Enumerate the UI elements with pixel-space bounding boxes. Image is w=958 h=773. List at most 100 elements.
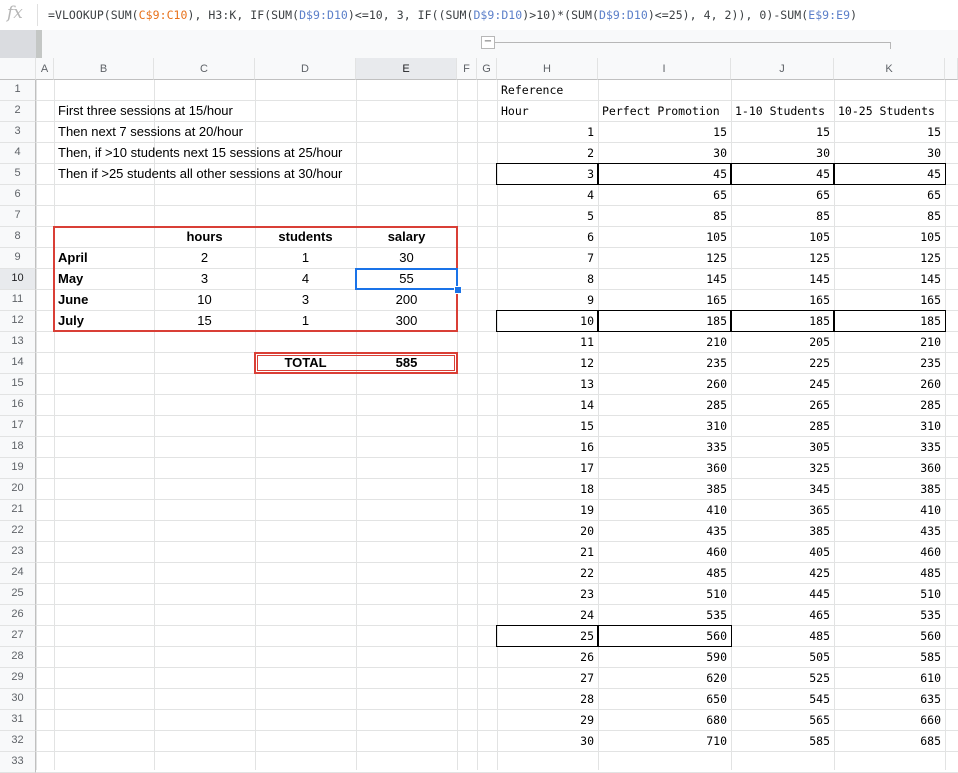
ref-cell: 9 [587, 293, 594, 307]
row-header-18[interactable]: 18 [0, 437, 36, 458]
ref-cell: 325 [809, 461, 830, 475]
ref-cell: 360 [706, 461, 727, 475]
ref-cell: 335 [920, 440, 941, 454]
ref-cell: 24 [580, 608, 594, 622]
row-header-27[interactable]: 27 [0, 626, 36, 647]
row-header-3[interactable]: 3 [0, 122, 36, 143]
frozen-column-handle[interactable] [36, 30, 42, 60]
row-header-31[interactable]: 31 [0, 710, 36, 731]
ref-highlight-hour [496, 310, 599, 332]
collapse-group-button[interactable]: − [481, 36, 495, 49]
formula-segment: )>10)*(SUM( [522, 8, 599, 22]
row-header-1[interactable]: 1 [0, 80, 36, 101]
ref-cell: 335 [706, 440, 727, 454]
ref-cell: 285 [706, 398, 727, 412]
row-header-9[interactable]: 9 [0, 248, 36, 269]
row-header-26[interactable]: 26 [0, 605, 36, 626]
ref-cell: 125 [706, 251, 727, 265]
ref-cell: 145 [809, 272, 830, 286]
ref-cell: 260 [920, 377, 941, 391]
ref-cell: 65 [927, 188, 941, 202]
formula-input[interactable]: =VLOOKUP(SUM(C$9:C10), H3:K, IF(SUM(D$9:… [48, 8, 857, 22]
row-header-13[interactable]: 13 [0, 332, 36, 353]
row-header-7[interactable]: 7 [0, 206, 36, 227]
ref-cell: 85 [713, 209, 727, 223]
ref-cell: 8 [587, 272, 594, 286]
ref-cell: 15 [816, 125, 830, 139]
ref-cell: 105 [809, 230, 830, 244]
ref-cell: 145 [706, 272, 727, 286]
ref-highlight-1-10 [730, 163, 835, 185]
ref-highlight-perfect [597, 310, 732, 332]
row-header-21[interactable]: 21 [0, 500, 36, 521]
row-header-20[interactable]: 20 [0, 479, 36, 500]
row-header-24[interactable]: 24 [0, 563, 36, 584]
row-header-28[interactable]: 28 [0, 647, 36, 668]
ref-cell: 385 [920, 482, 941, 496]
row-header-29[interactable]: 29 [0, 668, 36, 689]
row-header-17[interactable]: 17 [0, 416, 36, 437]
row-header-6[interactable]: 6 [0, 185, 36, 206]
column-header-k[interactable]: K [834, 58, 945, 80]
formula-bar: fx =VLOOKUP(SUM(C$9:C10), H3:K, IF(SUM(D… [0, 0, 958, 31]
fill-handle[interactable] [454, 286, 462, 294]
row-header-10[interactable]: 10 [0, 269, 36, 290]
column-header-f[interactable]: F [457, 58, 477, 80]
ref-header-1-10: 1-10 Students [735, 104, 826, 118]
row-header-22[interactable]: 22 [0, 521, 36, 542]
row-header-8[interactable]: 8 [0, 227, 36, 248]
frozen-corner[interactable] [0, 30, 36, 60]
column-header-c[interactable]: C [154, 58, 255, 80]
ref-cell: 18 [580, 482, 594, 496]
column-header-overflow[interactable] [945, 58, 958, 80]
total-border-inner [257, 355, 455, 371]
column-header-e[interactable]: E [356, 58, 457, 80]
row-header-5[interactable]: 5 [0, 164, 36, 185]
ref-cell: 2 [587, 146, 594, 160]
ref-cell: 105 [706, 230, 727, 244]
formula-segment: E$9:E9 [808, 8, 851, 22]
selected-cell[interactable] [355, 268, 458, 290]
ref-cell: 425 [809, 566, 830, 580]
row-header-12[interactable]: 12 [0, 311, 36, 332]
row-header-11[interactable]: 11 [0, 290, 36, 311]
ref-cell: 685 [920, 734, 941, 748]
corner-cell[interactable] [0, 58, 36, 80]
ref-cell: 30 [816, 146, 830, 160]
ref-cell: 510 [706, 587, 727, 601]
row-header-25[interactable]: 25 [0, 584, 36, 605]
row-header-4[interactable]: 4 [0, 143, 36, 164]
column-header-j[interactable]: J [731, 58, 834, 80]
ref-cell: 15 [927, 125, 941, 139]
row-header-15[interactable]: 15 [0, 374, 36, 395]
ref-cell: 4 [587, 188, 594, 202]
column-header-a[interactable]: A [36, 58, 54, 80]
ref-cell: 365 [809, 503, 830, 517]
row-header-32[interactable]: 32 [0, 731, 36, 752]
ref-cell: 650 [706, 692, 727, 706]
column-header-b[interactable]: B [54, 58, 154, 80]
row-header-16[interactable]: 16 [0, 395, 36, 416]
ref-cell: 660 [920, 713, 941, 727]
row-header-30[interactable]: 30 [0, 689, 36, 710]
ref-cell: 5 [587, 209, 594, 223]
row-header-2[interactable]: 2 [0, 101, 36, 122]
ref-highlight-hour [496, 625, 599, 647]
column-header-h[interactable]: H [497, 58, 598, 80]
ref-header-hour: Hour [501, 104, 529, 118]
note-text: Then if >25 students all other sessions … [58, 166, 343, 181]
row-header-19[interactable]: 19 [0, 458, 36, 479]
column-header-i[interactable]: I [598, 58, 731, 80]
row-header-14[interactable]: 14 [0, 353, 36, 374]
ref-cell: 305 [809, 440, 830, 454]
column-header-d[interactable]: D [255, 58, 356, 80]
ref-cell: 710 [706, 734, 727, 748]
ref-cell: 485 [809, 629, 830, 643]
ref-cell: 560 [920, 629, 941, 643]
formula-segment: D$9:D10 [299, 8, 348, 22]
column-header-g[interactable]: G [477, 58, 497, 80]
ref-cell: 165 [706, 293, 727, 307]
row-header-23[interactable]: 23 [0, 542, 36, 563]
ref-cell: 20 [580, 524, 594, 538]
ref-cell: 260 [706, 377, 727, 391]
